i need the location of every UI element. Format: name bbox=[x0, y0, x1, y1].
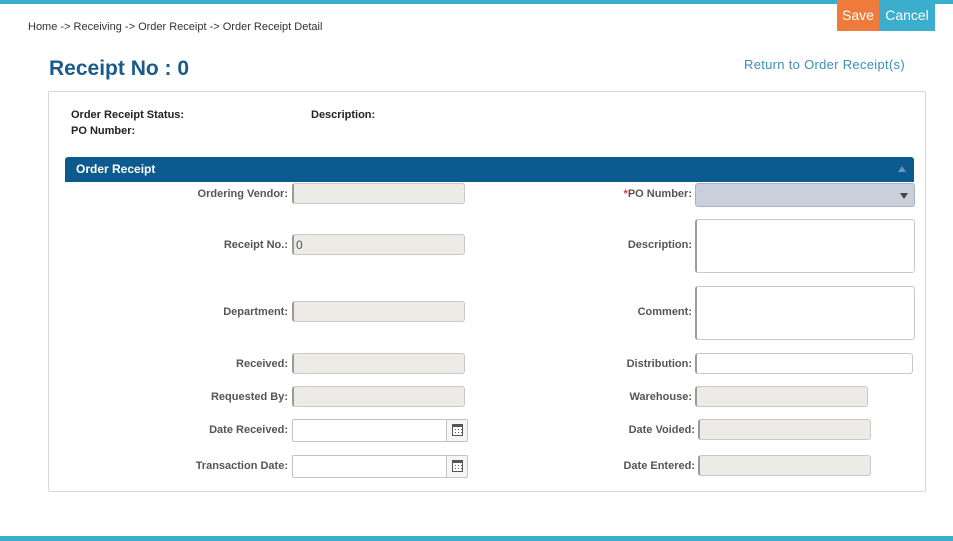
breadcrumb-separator: -> bbox=[206, 21, 223, 33]
breadcrumb-home[interactable]: Home bbox=[28, 21, 57, 33]
date-entered-label: Date Entered: bbox=[623, 460, 695, 472]
page-title: Receipt No : 0 bbox=[49, 57, 190, 80]
section-title: Order Receipt bbox=[76, 162, 156, 176]
return-to-order-receipts-link[interactable]: Return to Order Receipt(s) bbox=[744, 57, 905, 72]
description-textarea[interactable] bbox=[695, 219, 915, 273]
department-field[interactable] bbox=[292, 301, 465, 322]
po-number-select[interactable] bbox=[695, 183, 915, 207]
summary-po-number-label: PO Number: bbox=[71, 125, 136, 137]
calendar-icon bbox=[452, 460, 463, 472]
distribution-field[interactable] bbox=[695, 353, 913, 374]
date-received-label: Date Received: bbox=[209, 424, 288, 436]
date-entered-field[interactable] bbox=[698, 455, 871, 476]
comment-label: Comment: bbox=[637, 306, 692, 318]
bottom-accent-bar bbox=[0, 536, 953, 541]
receipt-no-label: Receipt No.: bbox=[223, 239, 288, 251]
cancel-button[interactable]: Cancel bbox=[879, 0, 935, 31]
date-received-picker bbox=[292, 419, 468, 442]
chevron-up-icon[interactable] bbox=[898, 166, 906, 172]
received-field[interactable] bbox=[292, 353, 465, 374]
top-accent-bar bbox=[0, 0, 953, 4]
warehouse-field[interactable] bbox=[695, 386, 868, 407]
description-label: Description: bbox=[627, 239, 692, 251]
breadcrumb-receiving[interactable]: Receiving bbox=[74, 21, 122, 33]
breadcrumb-order-receipt[interactable]: Order Receipt bbox=[138, 21, 206, 33]
ordering-vendor-label: Ordering Vendor: bbox=[197, 188, 288, 200]
order-receipt-section-header[interactable]: Order Receipt bbox=[65, 157, 914, 182]
ordering-vendor-field[interactable] bbox=[292, 183, 465, 204]
order-receipt-status-label: Order Receipt Status: bbox=[71, 109, 185, 121]
comment-textarea[interactable] bbox=[695, 286, 915, 340]
breadcrumb-separator: -> bbox=[57, 21, 74, 33]
date-voided-field[interactable] bbox=[698, 419, 871, 440]
transaction-date-calendar-button[interactable] bbox=[446, 456, 467, 477]
breadcrumb-separator: -> bbox=[121, 21, 139, 33]
distribution-label: Distribution: bbox=[626, 358, 692, 370]
date-received-field[interactable] bbox=[293, 420, 445, 441]
receipt-no-field[interactable] bbox=[292, 234, 465, 255]
breadcrumb-current: Order Receipt Detail bbox=[222, 21, 323, 33]
transaction-date-field[interactable] bbox=[293, 456, 445, 477]
date-voided-label: Date Voided: bbox=[628, 424, 695, 436]
date-received-calendar-button[interactable] bbox=[446, 420, 467, 441]
transaction-date-picker bbox=[292, 455, 468, 478]
chevron-down-icon[interactable] bbox=[900, 193, 908, 199]
calendar-icon bbox=[452, 424, 463, 436]
requested-by-field[interactable] bbox=[292, 386, 465, 407]
department-label: Department: bbox=[223, 306, 288, 318]
received-label: Received: bbox=[236, 358, 288, 370]
warehouse-label: Warehouse: bbox=[629, 391, 692, 403]
po-number-label: *PO Number: bbox=[623, 188, 692, 200]
save-button[interactable]: Save bbox=[837, 0, 879, 31]
requested-by-label: Requested By: bbox=[210, 391, 288, 403]
summary-description-label: Description: bbox=[311, 109, 376, 121]
breadcrumb: Home -> Receiving -> Order Receipt -> Or… bbox=[28, 21, 322, 33]
transaction-date-label: Transaction Date: bbox=[195, 460, 288, 472]
